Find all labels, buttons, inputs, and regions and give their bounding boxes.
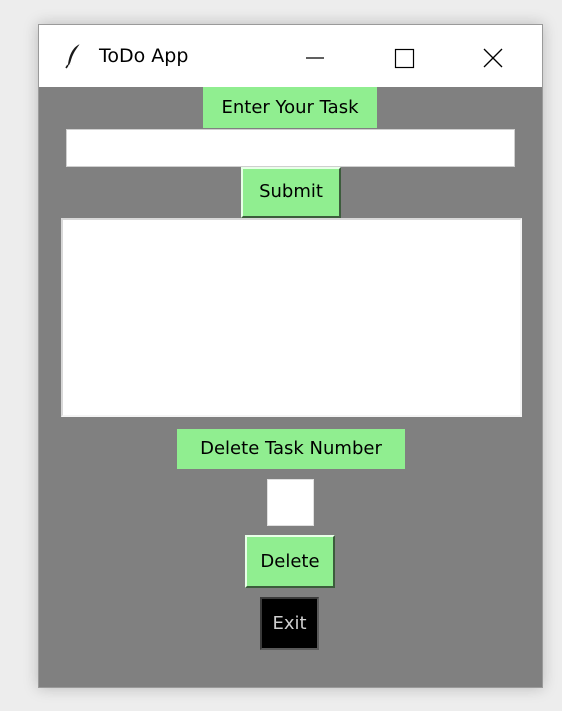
window-title: ToDo App <box>99 45 189 67</box>
app-window: ToDo App Enter Your Task Submit Delete T… <box>38 24 543 688</box>
submit-button[interactable]: Submit <box>241 167 341 218</box>
title-bar[interactable]: ToDo App <box>39 25 542 87</box>
exit-button[interactable]: Exit <box>260 597 319 650</box>
task-label: Enter Your Task <box>203 87 377 128</box>
maximize-button[interactable] <box>359 25 449 87</box>
feather-icon <box>63 43 85 69</box>
task-input[interactable] <box>66 129 515 167</box>
delete-number-input[interactable] <box>267 479 314 526</box>
delete-task-label: Delete Task Number <box>177 429 405 469</box>
client-area: Enter Your Task Submit Delete Task Numbe… <box>39 87 542 687</box>
delete-button[interactable]: Delete <box>245 535 335 588</box>
minimize-button[interactable] <box>270 25 360 87</box>
task-listbox[interactable] <box>61 218 522 417</box>
close-button[interactable] <box>448 25 538 87</box>
